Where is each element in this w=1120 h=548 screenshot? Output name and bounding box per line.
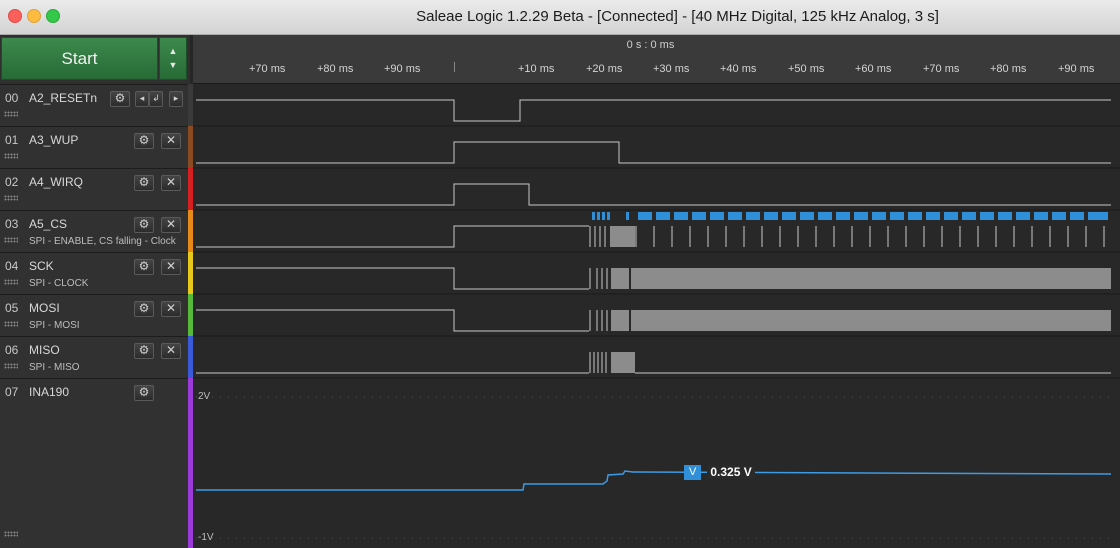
channel-name[interactable]: A5_CS: [29, 217, 67, 231]
channel-row[interactable]: 00 A2_RESETn ⚙ ◂ ↲ ▸: [0, 84, 190, 126]
channel-name[interactable]: MOSI: [29, 301, 60, 315]
channel-name[interactable]: A2_RESETn: [29, 91, 97, 105]
drag-handle-icon[interactable]: [4, 153, 18, 159]
cs-pulses: [589, 226, 1105, 247]
channel-row[interactable]: 06 MISO SPI - MISO ⚙ ✕: [0, 336, 190, 378]
channel-number: 06: [5, 343, 19, 357]
close-icon[interactable]: ✕: [161, 343, 181, 359]
channel-number: 02: [5, 175, 19, 189]
channel-number: 05: [5, 301, 19, 315]
tick-label: +80 ms: [317, 63, 354, 75]
channel-name[interactable]: A4_WIRQ: [29, 175, 83, 189]
drag-handle-icon[interactable]: [4, 531, 18, 537]
tick-label: +50 ms: [788, 63, 825, 75]
gear-icon[interactable]: ⚙: [134, 343, 154, 359]
tick-label: +70 ms: [923, 63, 960, 75]
channel-number: 04: [5, 259, 19, 273]
drag-handle-icon[interactable]: [4, 321, 18, 327]
next-edge-icon[interactable]: ▸: [169, 91, 183, 107]
start-options-button[interactable]: ▲ ▼: [159, 37, 187, 80]
gear-icon[interactable]: ⚙: [110, 91, 130, 107]
tick-label: +90 ms: [384, 63, 421, 75]
waveform-area[interactable]: 0 s : 0 ms +70 ms +80 ms +90 ms +10 ms +…: [193, 35, 1120, 548]
analog-bottom-label: -1V: [198, 532, 214, 543]
analyzer-label: SPI - MISO: [29, 362, 80, 373]
window-title: Saleae Logic 1.2.29 Beta - [Connected] -…: [416, 8, 939, 25]
voltage-readout: 0.325 V: [707, 465, 755, 479]
drag-handle-icon[interactable]: [4, 363, 18, 369]
waveform-reset: [196, 99, 1111, 122]
gear-icon[interactable]: ⚙: [134, 385, 154, 401]
channel-row[interactable]: 07 INA190 ⚙: [0, 378, 190, 548]
drag-handle-icon[interactable]: [4, 237, 18, 243]
close-icon[interactable]: ✕: [161, 301, 181, 317]
tick-label: +10 ms: [518, 63, 555, 75]
waveform-mosi: [196, 309, 589, 332]
channel-row[interactable]: 04 SCK SPI - CLOCK ⚙ ✕: [0, 252, 190, 294]
channel-row[interactable]: 05 MOSI SPI - MOSI ⚙ ✕: [0, 294, 190, 336]
edge-trigger-icon[interactable]: ↲: [149, 91, 163, 107]
gear-icon[interactable]: ⚙: [134, 259, 154, 275]
voltage-marker-icon: V: [684, 464, 702, 480]
zero-tick: [454, 62, 455, 72]
channel-name[interactable]: INA190: [29, 385, 69, 399]
arrow-up-icon: ▲: [168, 46, 178, 56]
tick-label: +20 ms: [586, 63, 623, 75]
channel-row[interactable]: 01 A3_WUP ⚙ ✕: [0, 126, 190, 168]
close-icon[interactable]: ✕: [161, 217, 181, 233]
gear-icon[interactable]: ⚙: [134, 175, 154, 191]
drag-handle-icon[interactable]: [4, 279, 18, 285]
channel-name[interactable]: SCK: [29, 259, 54, 273]
channel-name[interactable]: MISO: [29, 343, 60, 357]
close-icon[interactable]: ✕: [161, 175, 181, 191]
time-origin-label: 0 s : 0 ms: [626, 39, 675, 51]
voltage-marker[interactable]: V 0.325 V: [684, 464, 755, 480]
gear-icon[interactable]: ⚙: [134, 133, 154, 149]
time-ruler[interactable]: 0 s : 0 ms +70 ms +80 ms +90 ms +10 ms +…: [193, 35, 1120, 84]
analyzer-label: SPI - CLOCK: [29, 278, 89, 289]
prev-edge-icon[interactable]: ◂: [135, 91, 149, 107]
drag-handle-icon[interactable]: [4, 111, 18, 117]
waveform-canvas[interactable]: [193, 84, 1120, 548]
analyzer-label: SPI - ENABLE, CS falling - Clock: [29, 236, 176, 247]
tick-label: +30 ms: [653, 63, 690, 75]
analog-trace: [196, 470, 1112, 491]
arrow-down-icon: ▼: [168, 60, 178, 70]
close-icon[interactable]: ✕: [161, 133, 181, 149]
title-bar: Saleae Logic 1.2.29 Beta - [Connected] -…: [0, 0, 1120, 35]
analog-top-label: 2V: [198, 391, 211, 402]
channel-name[interactable]: A3_WUP: [29, 133, 78, 147]
gear-icon[interactable]: ⚙: [134, 217, 154, 233]
tick-label: +40 ms: [720, 63, 757, 75]
spi-enable-markers: [592, 212, 1108, 220]
waveform-sck: [196, 267, 589, 290]
channel-row[interactable]: 02 A4_WIRQ ⚙ ✕: [0, 168, 190, 210]
waveform-wup: [196, 141, 1111, 164]
gear-icon[interactable]: ⚙: [134, 301, 154, 317]
start-button[interactable]: Start: [1, 37, 158, 80]
drag-handle-icon[interactable]: [4, 195, 18, 201]
analyzer-label: SPI - MOSI: [29, 320, 80, 331]
tick-label: +60 ms: [855, 63, 892, 75]
waveform-cs: [196, 225, 589, 248]
channel-number: 03: [5, 217, 19, 231]
tick-label: +70 ms: [249, 63, 286, 75]
channel-panel: Start ▲ ▼ 00 A2_RESETn ⚙ ◂ ↲ ▸ 01 A3_WUP…: [0, 35, 190, 548]
channel-number: 00: [5, 91, 19, 105]
channel-number: 01: [5, 133, 19, 147]
channel-row[interactable]: 03 A5_CS SPI - ENABLE, CS falling - Cloc…: [0, 210, 190, 252]
tick-label: +90 ms: [1058, 63, 1095, 75]
channel-number: 07: [5, 385, 19, 399]
tick-label: +80 ms: [990, 63, 1027, 75]
waveform-wirq: [196, 183, 1111, 206]
close-icon[interactable]: ✕: [161, 259, 181, 275]
